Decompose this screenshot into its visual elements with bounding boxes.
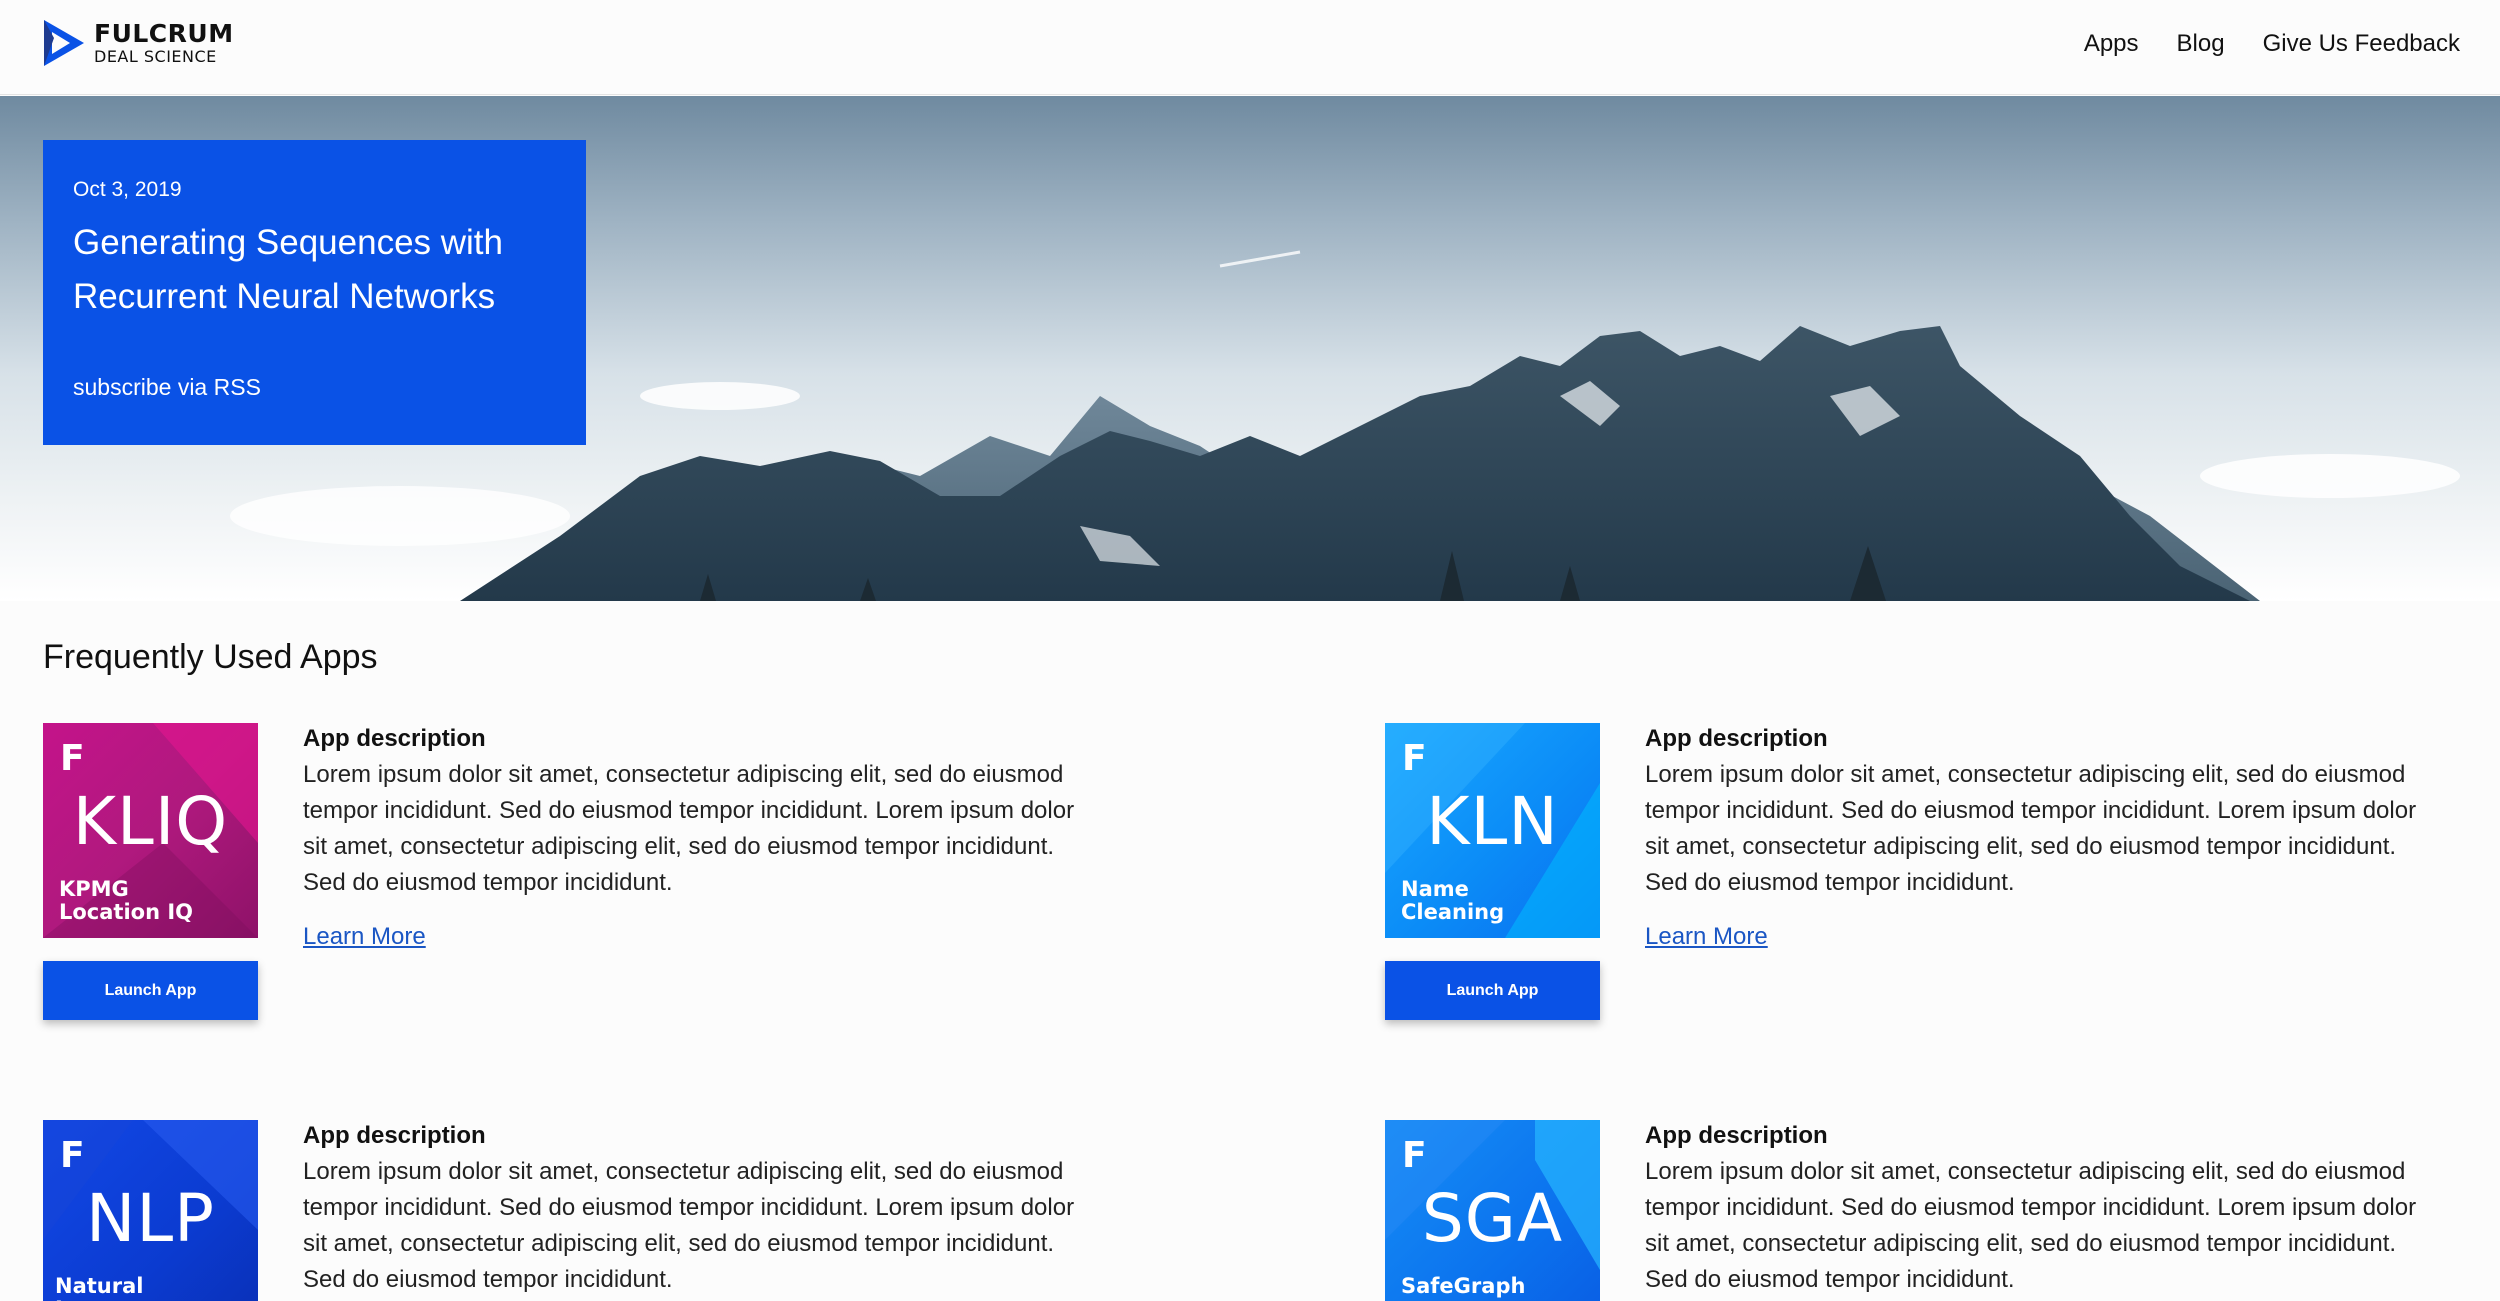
app-description-block: App description Lorem ipsum dolor sit am… [303,723,1103,951]
nav-apps-link[interactable]: Apps [2084,30,2139,58]
main-nav: Apps Blog Give Us Feedback [2084,30,2460,58]
app-subtitle-line1: Natural Language [55,1274,171,1301]
app-subtitle-line1: SafeGraph [1401,1274,1526,1298]
app-description-block: App description Lorem ipsum dolor sit am… [1645,1120,2445,1298]
app-code: KLN [1426,783,1559,860]
app-subtitle: Name Cleaning [1401,878,1504,924]
app-description-block: App description Lorem ipsum dolor sit am… [1645,723,2445,951]
app-description-text: Lorem ipsum dolor sit amet, consectetur … [303,761,1075,896]
fulcrum-logo[interactable]: FULCRUM DEAL SCIENCE [42,18,234,68]
app-subtitle-line2: Cleaning [1401,900,1505,924]
rss-subscribe-link[interactable]: subscribe via RSS [73,374,556,401]
learn-more-link[interactable]: Learn More [303,923,426,951]
app-subtitle-line1: Name [1401,877,1469,901]
fulcrum-f-icon: F [60,738,85,779]
app-subtitle-line1: KPMG [59,877,129,901]
app-description-heading: App description [1645,725,1828,752]
app-tile-sga[interactable]: F SGA SafeGraph [1385,1120,1600,1301]
launch-app-button[interactable]: Launch App [1385,961,1600,1020]
app-tile-nlp[interactable]: F NLP Natural Language [43,1120,258,1301]
app-description-text: Lorem ipsum dolor sit amet, consectetur … [1645,761,2417,896]
app-description-heading: App description [303,1122,486,1149]
section-title: Frequently Used Apps [43,638,378,676]
app-code: NLP [86,1180,215,1257]
fulcrum-logo-icon [44,20,84,66]
brand-name: FULCRUM [94,19,234,48]
launch-app-button[interactable]: Launch App [43,961,258,1020]
app-subtitle: Natural Language [55,1275,258,1301]
app-description-text: Lorem ipsum dolor sit amet, consectetur … [303,1158,1075,1293]
app-description-block: App description Lorem ipsum dolor sit am… [303,1120,1103,1298]
app-tile-kliq[interactable]: F KLIQ KPMG Location IQ [43,723,258,938]
post-title[interactable]: Generating Sequences with Recurrent Neur… [73,216,543,324]
app-tile-kln[interactable]: F KLN Name Cleaning [1385,723,1600,938]
fulcrum-f-icon: F [1402,1135,1427,1176]
fulcrum-f-icon: F [60,1135,85,1176]
learn-more-link[interactable]: Learn More [1645,923,1768,951]
app-subtitle: SafeGraph [1401,1275,1525,1298]
top-navbar: FULCRUM DEAL SCIENCE Apps Blog Give Us F… [0,0,2500,95]
app-subtitle-line2: Location IQ [59,900,194,924]
app-description-text: Lorem ipsum dolor sit amet, consectetur … [1645,1158,2417,1293]
nav-feedback-link[interactable]: Give Us Feedback [2263,30,2460,58]
brand-subtitle: DEAL SCIENCE [94,47,217,66]
app-code: KLIQ [72,783,229,860]
app-subtitle: KPMG Location IQ [59,878,193,924]
fulcrum-f-icon: F [1402,738,1427,779]
app-description-heading: App description [1645,1122,1828,1149]
app-code: SGA [1421,1180,1564,1257]
featured-post-card[interactable]: Oct 3, 2019 Generating Sequences with Re… [43,140,586,445]
app-description-heading: App description [303,725,486,752]
post-date: Oct 3, 2019 [73,178,182,201]
nav-blog-link[interactable]: Blog [2177,30,2225,58]
hero-banner: Oct 3, 2019 Generating Sequences with Re… [0,96,2500,601]
